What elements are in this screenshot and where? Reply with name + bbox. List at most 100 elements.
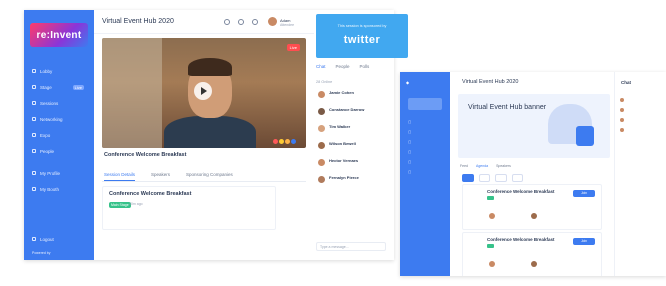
- sidebar-item[interactable]: ▢: [408, 130, 411, 134]
- event-logo: re:Invent: [30, 23, 88, 47]
- sidebar-item[interactable]: ▢: [408, 140, 411, 144]
- agenda-title: Conference Welcome Breakfast: [487, 189, 555, 194]
- tab-speakers[interactable]: Speakers: [151, 172, 170, 181]
- profile-icon: [32, 171, 36, 175]
- sidebar-item-stage[interactable]: Stage Live: [32, 82, 90, 92]
- networking-icon: [32, 117, 36, 121]
- logout-label: Logout: [40, 236, 54, 242]
- video-player[interactable]: Live: [102, 38, 306, 148]
- banner-title: Virtual Event Hub banner: [468, 104, 547, 111]
- chat-author: Wilson Bewell: [329, 141, 356, 146]
- logout-button[interactable]: Logout: [32, 234, 90, 244]
- agenda-card: Conference Welcome Breakfast Join: [462, 232, 602, 276]
- sidebar-item[interactable]: ▢: [408, 170, 411, 174]
- sidebar-item[interactable]: ▢: [408, 150, 411, 154]
- tab-chat[interactable]: Chat: [316, 64, 326, 69]
- sidebar-item-label: My Booth: [40, 186, 60, 192]
- banner-illustration-accent: [576, 126, 594, 146]
- tab-feed[interactable]: Feed: [460, 164, 468, 168]
- join-button[interactable]: Join: [573, 238, 595, 245]
- avatar: [318, 176, 325, 183]
- sidebar-item-label: People: [40, 148, 55, 154]
- tab-speakers[interactable]: Speakers: [496, 164, 511, 168]
- logout-icon: [32, 237, 36, 241]
- stage-tag: [487, 196, 494, 200]
- chat-message: Tim Walker: [318, 124, 388, 136]
- tab-sponsoring-companies[interactable]: Sponsoring Companies: [186, 172, 233, 181]
- avatar: [318, 91, 325, 98]
- sidebar-item-people[interactable]: People: [32, 146, 90, 156]
- agenda-filters: [462, 174, 524, 182]
- bell-icon[interactable]: [252, 19, 258, 25]
- live-badge: Live: [286, 44, 300, 51]
- booth-icon: [32, 187, 36, 191]
- page-title: Virtual Event Hub 2020: [102, 18, 174, 25]
- stage-tag: [487, 244, 494, 248]
- sidebar: re:Invent Lobby Stage Live Sessions Netw…: [24, 10, 94, 260]
- sidebar-item-label: Sessions: [40, 100, 59, 106]
- filter-chip[interactable]: [462, 174, 474, 182]
- sidebar-item-networking[interactable]: Networking: [32, 114, 90, 124]
- tab-polls[interactable]: Polls: [360, 64, 370, 69]
- speaker-body: [164, 116, 256, 148]
- sidebar-item-my-booth[interactable]: My Booth: [32, 184, 90, 194]
- session-title: Conference Welcome Breakfast: [104, 152, 187, 158]
- filter-chip[interactable]: [478, 174, 491, 182]
- stage-tag: Main Stage: [109, 202, 131, 208]
- user-card[interactable]: [408, 98, 442, 110]
- sidebar-item[interactable]: ▢: [408, 160, 411, 164]
- sidebar-item-label: Stage: [40, 84, 52, 90]
- filter-chip[interactable]: [495, 174, 507, 182]
- page-title: Virtual Event Hub 2020: [462, 79, 519, 85]
- chat-message: Constance Darrow: [318, 107, 388, 119]
- thumbs-up-reaction-icon[interactable]: [291, 139, 296, 144]
- session-card-title: Conference Welcome Breakfast: [109, 191, 192, 197]
- heart-reaction-icon[interactable]: [273, 139, 278, 144]
- calendar-icon[interactable]: [238, 19, 244, 25]
- chat-author: Fernalyn Pierce: [329, 175, 359, 180]
- tab-agenda[interactable]: Agenda: [476, 164, 488, 168]
- sidebar-item-sessions[interactable]: Sessions: [32, 98, 90, 108]
- sidebar-item-my-profile[interactable]: My Profile: [32, 168, 90, 178]
- chat-panel: Chat: [614, 72, 666, 276]
- sidebar-item-label: Lobby: [40, 68, 53, 74]
- powered-by-label: Powered by: [32, 251, 51, 255]
- secondary-app-window: ◆ ▢ ▢ ▢ ▢ ▢ ▢ Virtual Event Hub 2020 Vir…: [400, 72, 666, 276]
- chat-message: Wilson Bewell: [318, 141, 388, 153]
- powered-by: Powered by: [32, 248, 90, 258]
- tab-session-details[interactable]: Session Details: [104, 172, 136, 181]
- online-count: 28 Online: [316, 80, 333, 84]
- sponsor-caption: This session is sponsored by: [337, 24, 387, 28]
- sidebar-item-expo[interactable]: Expo: [32, 130, 90, 140]
- agenda-title: Conference Welcome Breakfast: [487, 237, 555, 242]
- tab-people[interactable]: People: [336, 64, 350, 69]
- play-button[interactable]: [194, 82, 212, 100]
- sidebar-item-lobby[interactable]: Lobby: [32, 66, 90, 76]
- filter-chip[interactable]: [511, 174, 524, 182]
- people-icon: [32, 149, 36, 153]
- home-icon: [32, 69, 36, 73]
- search-icon[interactable]: [224, 19, 230, 25]
- reactions-bar[interactable]: [273, 139, 296, 144]
- sidebar-item[interactable]: ▢: [408, 120, 411, 124]
- tabs-divider: [102, 181, 306, 182]
- avatar: [489, 213, 495, 219]
- avatar[interactable]: [268, 17, 277, 26]
- sidebar-item-label: Expo: [40, 132, 51, 138]
- join-button[interactable]: Join: [573, 190, 595, 197]
- clap-reaction-icon[interactable]: [285, 139, 290, 144]
- smile-reaction-icon[interactable]: [279, 139, 284, 144]
- feed-tabs: Feed Agenda Speakers: [460, 164, 511, 168]
- sponsor-banner[interactable]: This session is sponsored by twitter: [316, 14, 408, 58]
- sessions-icon: [32, 101, 36, 105]
- top-bar: Virtual Event Hub 2020 Adam Attendee: [94, 10, 314, 34]
- avatar: [531, 261, 537, 267]
- session-time: 30m ago: [129, 202, 143, 206]
- chat-input[interactable]: Type a message...: [316, 242, 386, 251]
- sidebar-item-label: My Profile: [40, 170, 61, 176]
- chat-title: Chat: [621, 80, 631, 85]
- chat-message: Fernalyn Pierce: [318, 175, 388, 187]
- avatar: [318, 142, 325, 149]
- event-banner: Virtual Event Hub banner: [458, 94, 610, 158]
- chat-author: Tim Walker: [329, 124, 351, 129]
